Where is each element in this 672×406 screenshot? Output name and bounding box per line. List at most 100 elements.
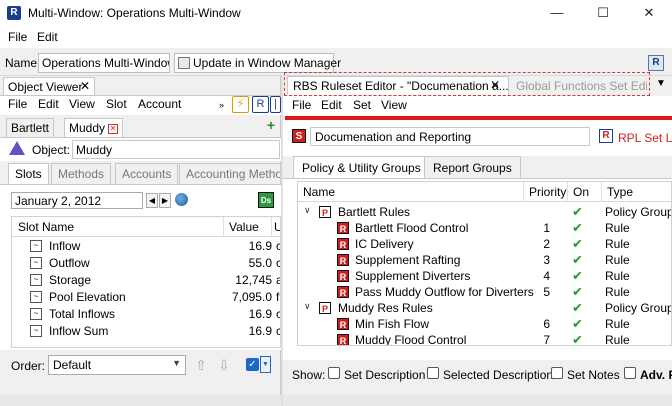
close-tab-icon[interactable]: ✕	[108, 123, 119, 134]
rbs-menu-file[interactable]: File	[292, 98, 311, 112]
dataset-icon[interactable]: Ds	[258, 192, 274, 208]
move-down-icon[interactable]: ⇩	[215, 355, 233, 375]
object-tab-muddy[interactable]: Muddy ✕	[64, 118, 124, 137]
chevron-down-icon[interactable]: ∨	[304, 205, 311, 216]
rule-row[interactable]: R Pass Muddy Outflow for Diverters 5 ✔ R…	[298, 284, 671, 300]
rpl-window-icon[interactable]: R	[648, 55, 664, 71]
rule-icon: R	[337, 318, 349, 330]
chevron-down-icon[interactable]: ∨	[304, 301, 311, 312]
ov-menu-account[interactable]: Account	[138, 97, 181, 111]
ruleset-name-field[interactable]: Documenation and Reporting	[310, 127, 590, 146]
rpl-set-icon: R	[599, 129, 613, 143]
selected-description-checkbox[interactable]	[427, 367, 439, 379]
order-label: Order:	[11, 359, 46, 373]
advanced-checkbox[interactable]	[624, 367, 636, 379]
slot-value: 7,095.0	[231, 290, 272, 304]
table-row[interactable]: ~ Inflow 16.9 c	[12, 238, 280, 255]
checkmark-icon[interactable]: ✔	[572, 332, 583, 345]
rbs-menu-edit[interactable]: Edit	[321, 98, 342, 112]
column-header-type[interactable]: Type	[602, 182, 671, 202]
ov-menu-slot[interactable]: Slot	[106, 97, 127, 111]
tab-policy-utility-groups[interactable]: Policy & Utility Groups	[293, 156, 430, 178]
table-row[interactable]: ~ Outflow 55.0 c	[12, 255, 280, 272]
tab-methods[interactable]: Methods	[51, 163, 112, 184]
tab-slots[interactable]: Slots	[8, 163, 49, 184]
table-row[interactable]: ~ Storage 12,745 a	[12, 272, 280, 289]
checkmark-icon[interactable]: ✔	[572, 252, 583, 268]
checkmark-icon[interactable]: ✔	[572, 316, 583, 332]
right-horizontal-scrollbar[interactable]	[283, 395, 672, 406]
name-input[interactable]: Operations Multi-Window	[38, 53, 170, 73]
clip-icon[interactable]: |	[270, 96, 281, 113]
tab-list-dropdown-icon[interactable]: ▼	[656, 78, 666, 89]
rpl-icon[interactable]: R	[252, 96, 269, 113]
checkbox-options-dropdown[interactable]: ▼	[260, 356, 271, 373]
next-date-button[interactable]: ▶	[159, 193, 171, 208]
tab-accounting-methods[interactable]: Accounting Metho	[179, 163, 281, 184]
tab-object-viewer[interactable]: Object Viewer ✕	[3, 77, 95, 95]
policy-group-row[interactable]: ∨ P Bartlett Rules ✔ Policy Group	[298, 204, 671, 220]
enabled-checkbox[interactable]: ✓	[246, 358, 259, 371]
lightning-icon[interactable]: ⚡	[232, 96, 249, 113]
checkmark-icon[interactable]: ✔	[572, 268, 583, 284]
slot-name: Outflow	[49, 256, 90, 270]
order-value: Default	[53, 358, 92, 372]
column-header-slot-name[interactable]: Slot Name	[12, 217, 224, 237]
row-priority: 4	[543, 269, 550, 283]
row-priority: 5	[543, 285, 550, 299]
table-row[interactable]: ~ Inflow Sum 16.9 c	[12, 323, 280, 340]
slot-value: 16.9	[248, 239, 272, 253]
checkmark-icon[interactable]: ✔	[572, 220, 583, 236]
object-tab-bartlett[interactable]: Bartlett	[6, 118, 55, 137]
object-name-field[interactable]: Muddy	[72, 140, 280, 159]
menu-edit[interactable]: Edit	[37, 30, 58, 44]
rule-row[interactable]: R Supplement Diverters 4 ✔ Rule	[298, 268, 671, 284]
chevron-double-right-icon[interactable]: »	[219, 100, 224, 110]
rbs-menu-view[interactable]: View	[381, 98, 407, 112]
checkmark-icon[interactable]: ✔	[572, 204, 583, 220]
maximize-button[interactable]: ☐	[580, 0, 626, 26]
move-up-icon[interactable]: ⇧	[192, 355, 210, 375]
order-dropdown[interactable]: Default ▼	[48, 355, 186, 375]
policy-group-row[interactable]: ∨ P Muddy Res Rules ✔ Policy Group	[298, 300, 671, 316]
rule-row[interactable]: R Supplement Rafting 3 ✔ Rule	[298, 252, 671, 268]
reservoir-icon	[9, 141, 25, 155]
left-horizontal-scrollbar[interactable]	[0, 395, 281, 406]
column-header-on[interactable]: On	[568, 182, 602, 202]
checkmark-icon[interactable]: ✔	[572, 300, 583, 316]
rbs-menu-set[interactable]: Set	[353, 98, 371, 112]
set-notes-checkbox[interactable]	[551, 367, 563, 379]
prev-date-button[interactable]: ◀	[146, 193, 158, 208]
row-priority: 7	[543, 333, 550, 346]
minimize-button[interactable]: —	[534, 0, 580, 26]
ov-menu-file[interactable]: File	[8, 97, 27, 111]
close-button[interactable]: ✕	[626, 0, 672, 26]
column-header-value[interactable]: Value	[224, 217, 272, 237]
update-in-window-manager-button[interactable]: Update in Window Manager	[174, 53, 341, 73]
tab-report-groups[interactable]: Report Groups	[424, 156, 521, 178]
row-type: Rule	[605, 285, 630, 299]
table-row[interactable]: ~ Total Inflows 16.9 c	[12, 306, 280, 323]
ov-menu-edit[interactable]: Edit	[38, 97, 59, 111]
tab-accounts[interactable]: Accounts	[115, 163, 179, 184]
rule-row[interactable]: R Muddy Flood Control 7 ✔ Rule	[298, 332, 671, 346]
checkmark-icon[interactable]: ✔	[572, 284, 583, 300]
add-object-tab-icon[interactable]: +	[264, 118, 278, 132]
rule-row[interactable]: R Min Fish Flow 6 ✔ Rule	[298, 316, 671, 332]
series-slot-icon: ~	[30, 240, 42, 252]
row-name: Min Fish Flow	[355, 317, 430, 331]
rule-row[interactable]: R Bartlett Flood Control 1 ✔ Rule	[298, 220, 671, 236]
date-field[interactable]: January 2, 2012	[11, 192, 143, 209]
set-description-checkbox[interactable]	[328, 367, 340, 379]
globe-icon[interactable]	[175, 193, 188, 206]
tab-object-viewer-label: Object Viewer	[8, 80, 83, 94]
ov-menu-view[interactable]: View	[69, 97, 95, 111]
rule-row[interactable]: R IC Delivery 2 ✔ Rule	[298, 236, 671, 252]
column-header-priority[interactable]: Priority	[524, 182, 568, 202]
checkmark-icon[interactable]: ✔	[572, 236, 583, 252]
menu-file[interactable]: File	[8, 30, 27, 44]
close-icon[interactable]: ✕	[80, 79, 90, 93]
column-header-unit[interactable]: U	[272, 217, 280, 237]
column-header-name[interactable]: Name	[298, 182, 524, 202]
table-row[interactable]: ~ Pool Elevation 7,095.0 f	[12, 289, 280, 306]
